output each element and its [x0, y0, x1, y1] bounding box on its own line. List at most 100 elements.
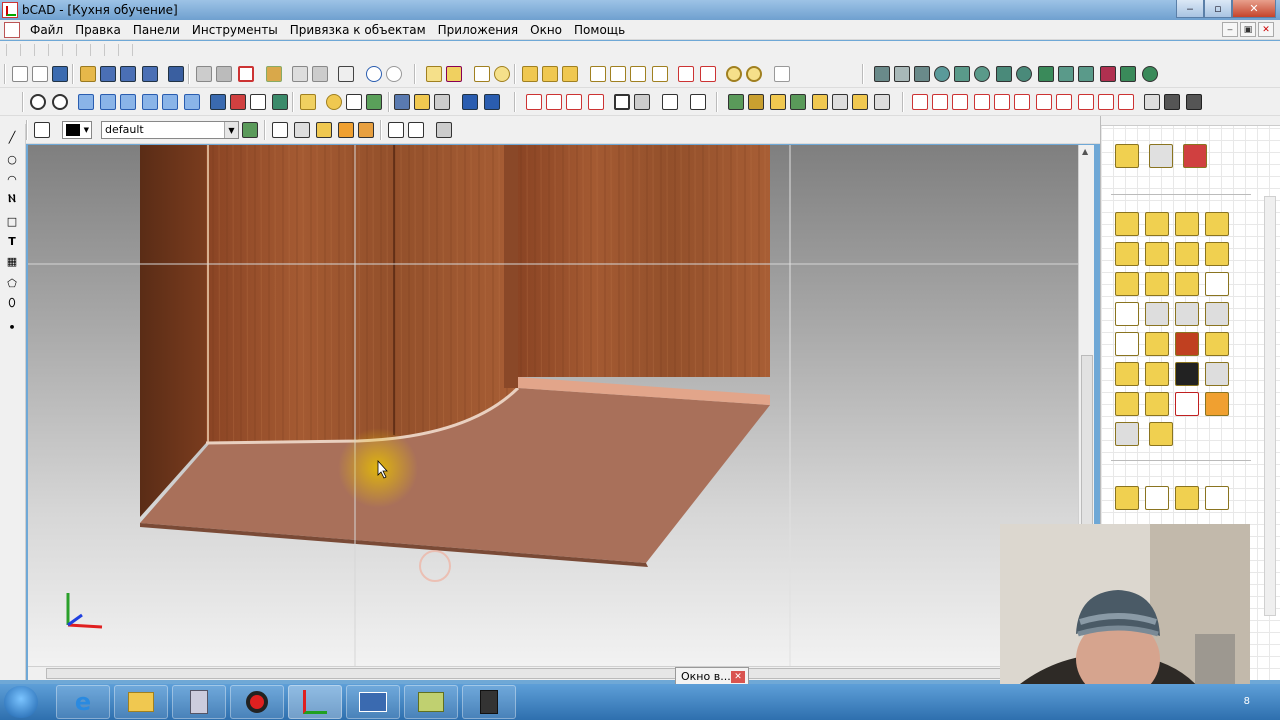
panel-tool-23-icon[interactable] — [1175, 362, 1199, 386]
panel-tool-12-icon[interactable] — [1205, 272, 1229, 296]
rectangle-tool-icon[interactable]: □ — [5, 214, 19, 228]
solid-shell-icon[interactable] — [1142, 66, 1158, 82]
pencil-icon[interactable] — [300, 94, 316, 110]
snap-icon[interactable] — [426, 66, 442, 82]
layers-3-icon[interactable] — [770, 94, 786, 110]
view-right-icon[interactable] — [142, 94, 158, 110]
intersection-icon[interactable] — [590, 66, 606, 82]
arc-tool-icon[interactable]: ◠ — [5, 172, 19, 186]
panel-tool-26-icon[interactable] — [1145, 392, 1169, 416]
edge-tool-9-icon[interactable] — [1078, 94, 1094, 110]
chevron-down-icon[interactable]: ▼ — [224, 122, 238, 138]
hatch-icon[interactable] — [366, 94, 382, 110]
target-snap-icon[interactable] — [746, 66, 762, 82]
horizontal-scroll-thumb[interactable] — [46, 668, 1061, 679]
panel-tool-15-icon[interactable] — [1175, 302, 1199, 326]
image-icon[interactable] — [52, 66, 68, 82]
menu-window[interactable]: Окно — [524, 23, 568, 37]
menu-edit[interactable]: Правка — [69, 23, 127, 37]
panel-tool-1-icon[interactable] — [1115, 212, 1139, 236]
mirror-icon[interactable] — [566, 94, 582, 110]
popup-close-icon[interactable]: ✕ — [731, 671, 745, 683]
minimize-button[interactable]: ‒ — [1176, 0, 1204, 18]
color-wheel-icon[interactable] — [326, 94, 342, 110]
solid-torus-icon[interactable] — [974, 66, 990, 82]
layers-8-icon[interactable] — [874, 94, 890, 110]
box-frame-2-icon[interactable] — [408, 122, 424, 138]
doc-restore-button[interactable]: ▣ — [1240, 22, 1256, 37]
start-button[interactable] — [4, 686, 38, 718]
line-weight-icon[interactable] — [346, 94, 362, 110]
pen-icon[interactable] — [446, 66, 462, 82]
solid-tube-icon[interactable] — [996, 66, 1012, 82]
shaded-edges-icon[interactable] — [338, 122, 354, 138]
edge-tool-6-icon[interactable] — [1014, 94, 1030, 110]
solid-loft-icon[interactable] — [1100, 66, 1116, 82]
polyline-tool-icon[interactable]: Ⲛ — [5, 192, 19, 206]
view-axes-icon[interactable] — [250, 94, 266, 110]
panel-tool-14-icon[interactable] — [1145, 302, 1169, 326]
zoom-out-icon[interactable] — [52, 94, 68, 110]
panel-tool-11-icon[interactable] — [1175, 272, 1199, 296]
brush-2-icon[interactable] — [484, 94, 500, 110]
edge-tool-2-icon[interactable] — [932, 94, 948, 110]
panel-tool-29-icon[interactable] — [1115, 422, 1139, 446]
line-snap-2-icon[interactable] — [630, 66, 646, 82]
menu-applications[interactable]: Приложения — [432, 23, 525, 37]
taskbar-recorder[interactable] — [230, 685, 284, 719]
maximize-button[interactable]: ▫ — [1204, 0, 1232, 18]
undo-icon[interactable] — [366, 66, 382, 82]
solid-sweep-icon[interactable] — [1078, 66, 1094, 82]
page-icon[interactable] — [690, 94, 706, 110]
xyz-icon[interactable] — [1144, 94, 1160, 110]
solid-sphere-icon[interactable] — [934, 66, 950, 82]
doc-close-button[interactable]: ✕ — [1258, 22, 1274, 37]
solid-pyramid-icon[interactable] — [894, 66, 910, 82]
horizontal-scrollbar[interactable] — [28, 666, 1078, 680]
layers-2-icon[interactable] — [748, 94, 764, 110]
textured-icon[interactable] — [358, 122, 374, 138]
solid-box-icon[interactable] — [874, 66, 890, 82]
taskbar-bcad[interactable] — [288, 685, 342, 719]
shaded-icon[interactable] — [316, 122, 332, 138]
edge-tool-5-icon[interactable] — [994, 94, 1010, 110]
transform-icon[interactable] — [238, 66, 254, 82]
doc-minimize-button[interactable]: ‒ — [1222, 22, 1238, 37]
edge-tool-7-icon[interactable] — [1036, 94, 1052, 110]
rotate-icon[interactable] — [588, 94, 604, 110]
solid-ring-icon[interactable] — [1016, 66, 1032, 82]
line-snap-icon[interactable] — [610, 66, 626, 82]
taskbar-internet-explorer[interactable]: e — [56, 685, 110, 719]
view-back-icon[interactable] — [162, 94, 178, 110]
panel-tool-4-icon[interactable] — [1205, 212, 1229, 236]
move-icon[interactable] — [526, 94, 542, 110]
point-tool-icon[interactable]: • — [5, 320, 19, 334]
color-selector[interactable]: ▼ — [62, 121, 92, 139]
view-front-icon[interactable] — [78, 94, 94, 110]
hidden-line-icon[interactable] — [294, 122, 310, 138]
dots-grid-icon[interactable] — [662, 94, 678, 110]
edge-tool-11-icon[interactable] — [1118, 94, 1134, 110]
explode-icon[interactable] — [634, 94, 650, 110]
align-tool-1-icon[interactable] — [1115, 486, 1139, 510]
solid-cone-icon[interactable] — [954, 66, 970, 82]
panel-tool-8-icon[interactable] — [1205, 242, 1229, 266]
wireframe-icon[interactable] — [272, 122, 288, 138]
layer-select[interactable]: default ▼ — [101, 121, 239, 139]
copy-icon[interactable] — [292, 66, 308, 82]
save-all-icon[interactable] — [142, 66, 158, 82]
redo-icon[interactable] — [386, 66, 402, 82]
arc-snap-icon[interactable] — [678, 66, 694, 82]
materials-icon[interactable] — [1183, 144, 1207, 168]
panel-scrollbar[interactable] — [1264, 196, 1276, 616]
panel-tool-2-icon[interactable] — [1145, 212, 1169, 236]
panel-tool-7-icon[interactable] — [1175, 242, 1199, 266]
box-snap-icon[interactable] — [522, 66, 538, 82]
zoom-in-icon[interactable] — [30, 94, 46, 110]
align-tool-4-icon[interactable] — [1205, 486, 1229, 510]
menu-tools[interactable]: Инструменты — [186, 23, 284, 37]
panel-tool-3-icon[interactable] — [1175, 212, 1199, 236]
view-left-icon[interactable] — [120, 94, 136, 110]
furniture-library-icon[interactable] — [1115, 144, 1139, 168]
solid-bend-icon[interactable] — [1120, 66, 1136, 82]
